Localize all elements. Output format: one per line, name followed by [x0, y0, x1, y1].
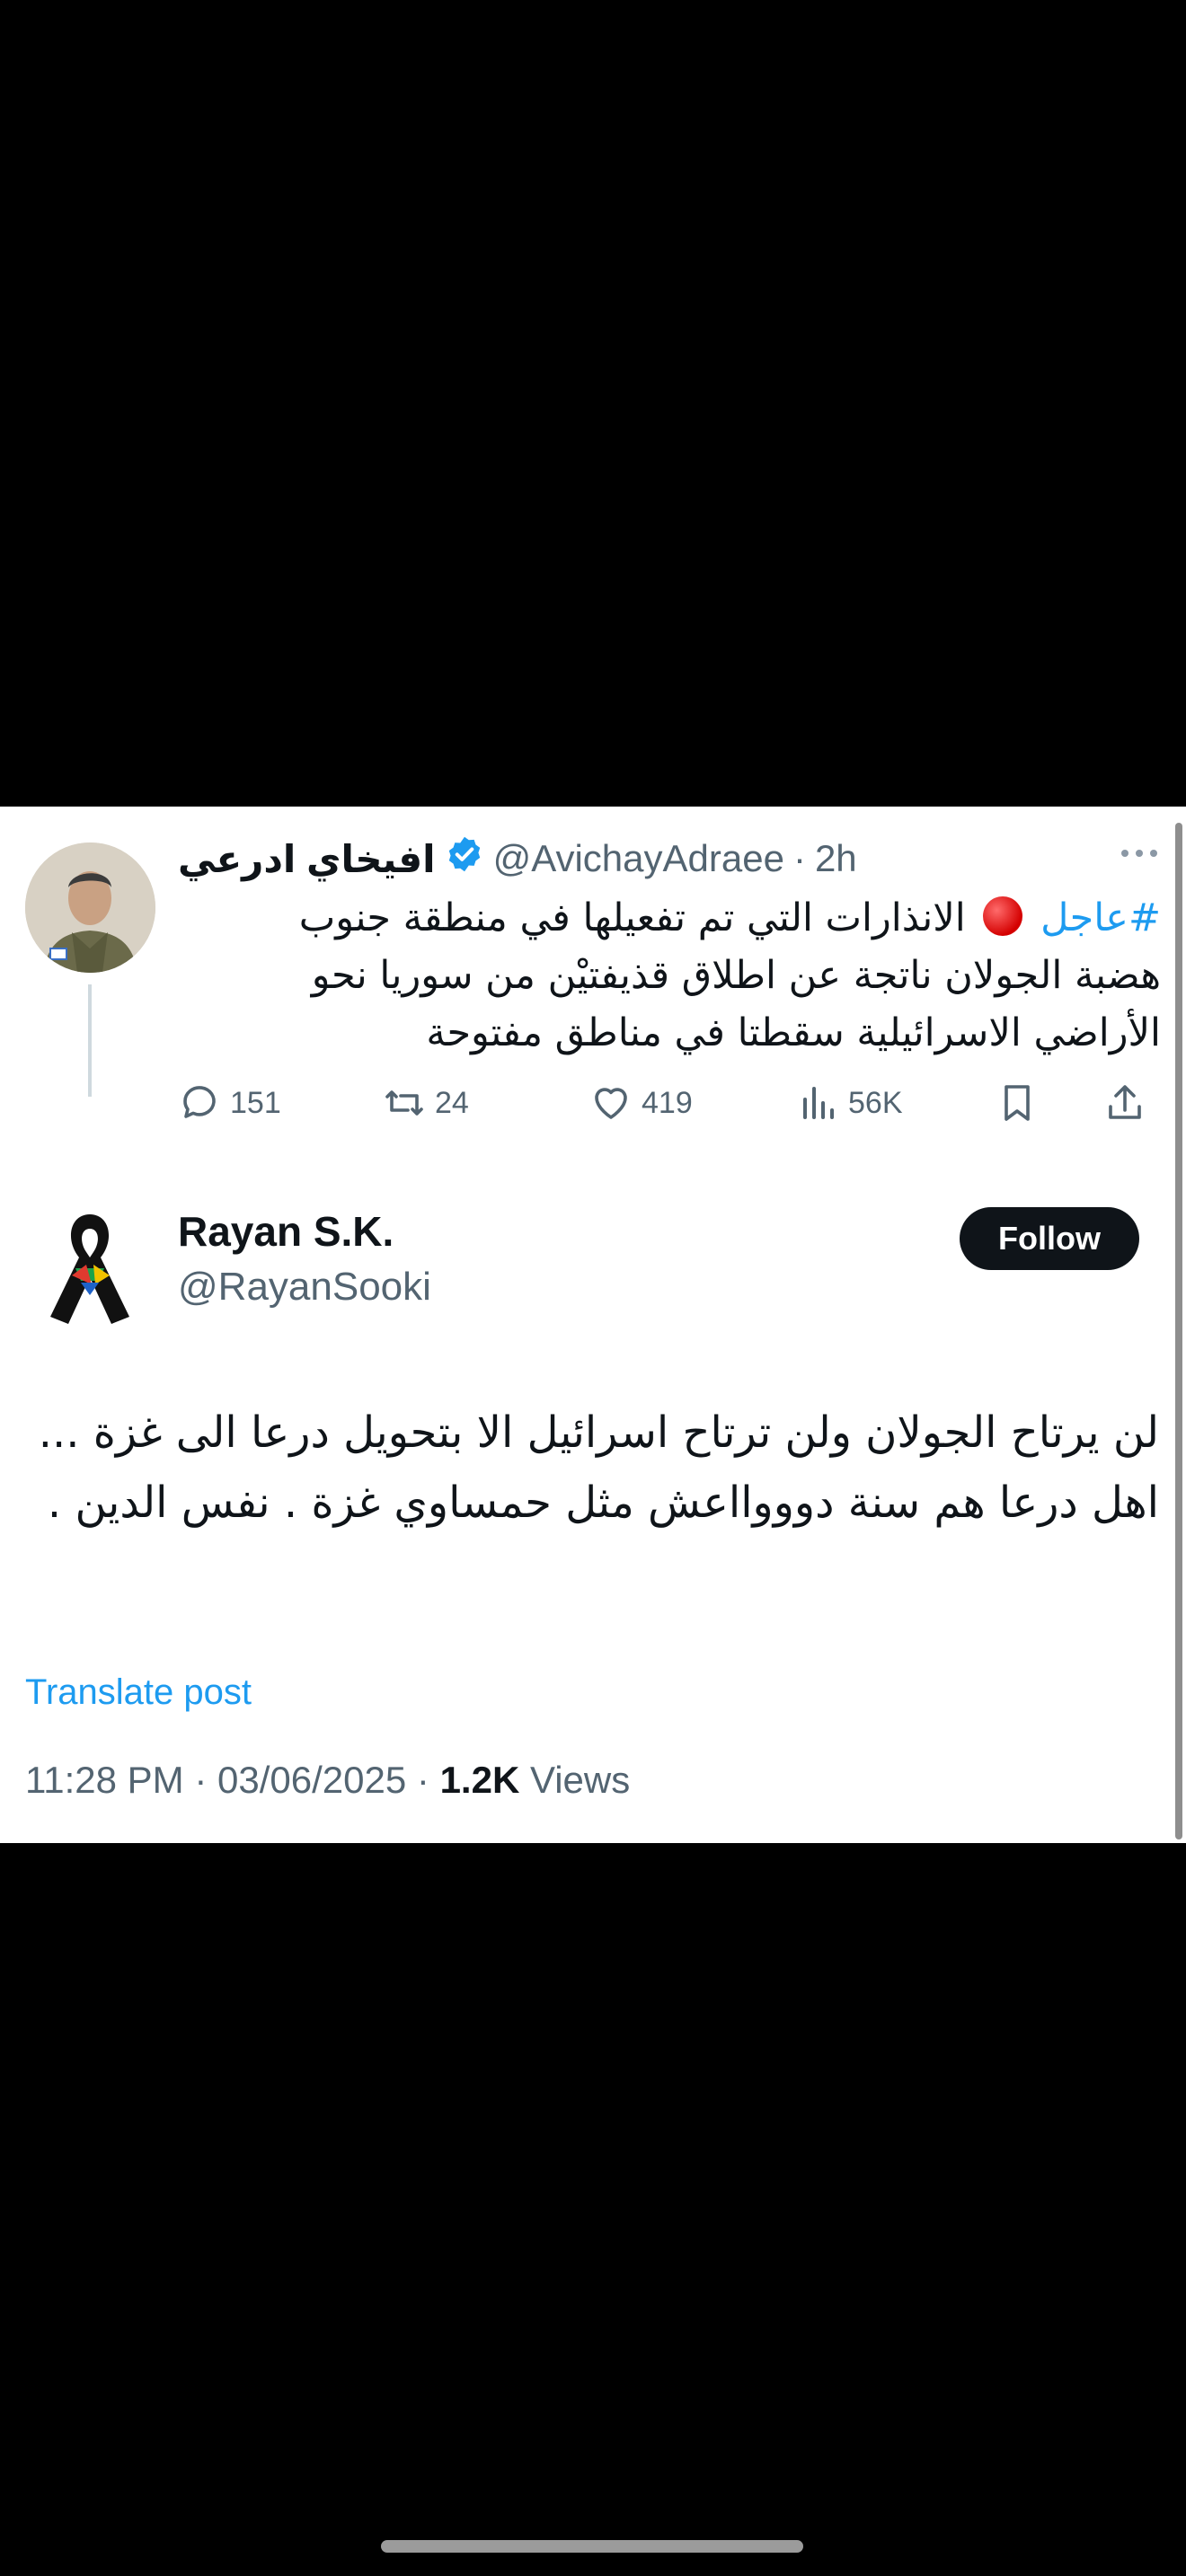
reply-author-name[interactable]: Rayan S.K. [178, 1207, 394, 1256]
red-circle-emoji-icon [983, 896, 1023, 936]
author-avatar[interactable] [25, 842, 155, 973]
more-options-icon[interactable] [1121, 850, 1157, 857]
views-label: Views [529, 1759, 631, 1801]
repost-count: 24 [435, 1085, 469, 1120]
post-date[interactable]: 03/06/2025 [217, 1759, 406, 1801]
home-indicator[interactable] [381, 2540, 803, 2553]
original-tweet-body: الانذارات التي تم تفعيلها في منطقة جنوب … [298, 895, 1161, 1055]
repost-button[interactable]: 24 [383, 1074, 469, 1132]
translate-post-link[interactable]: Translate post [25, 1672, 252, 1713]
analytics-icon [803, 1087, 834, 1119]
like-count: 419 [642, 1085, 693, 1120]
bookmark-button[interactable] [996, 1074, 1039, 1132]
ribbon-avatar-image [25, 1202, 155, 1332]
meta-separator: · [416, 1759, 429, 1801]
reply-author-avatar[interactable] [25, 1202, 155, 1332]
tweet-action-bar: 151 24 419 56K [178, 1074, 1159, 1132]
like-button[interactable]: 419 [589, 1074, 693, 1132]
original-author-handle[interactable]: @AvichayAdraee [493, 837, 784, 880]
avatar-photo [25, 842, 155, 973]
thread-connector-line [88, 984, 92, 1097]
reply-tweet-text: لن يرتاح الجولان ولن ترتاح اسرائيل الا ب… [38, 1407, 1159, 1528]
post-time[interactable]: 2h [815, 837, 857, 880]
post-timestamp[interactable]: 11:28 PM [25, 1759, 184, 1801]
reply-author-handle[interactable]: @RayanSooki [178, 1265, 431, 1310]
reply-button[interactable]: 151 [178, 1074, 281, 1132]
repost-icon [385, 1090, 423, 1116]
share-icon [1109, 1085, 1141, 1119]
views-button[interactable]: 56K [796, 1074, 903, 1132]
reply-count: 151 [230, 1085, 281, 1120]
hashtag-link[interactable]: #عاجل [1040, 895, 1161, 940]
bookmark-icon [1005, 1085, 1030, 1121]
follow-button[interactable]: Follow [960, 1207, 1139, 1270]
original-tweet-header: افيخاي ادرعي @AvichayAdraee · 2h [178, 834, 857, 884]
views-number: 1.2K [439, 1759, 520, 1801]
verified-badge-icon [445, 834, 484, 883]
reply-icon [183, 1086, 216, 1118]
heart-icon [595, 1088, 627, 1119]
original-tweet-text: #عاجل الانذارات التي تم تفعيلها في منطقة… [252, 889, 1161, 1062]
post-metadata: 11:28 PM · 03/06/2025 · 1.2K Views [25, 1759, 630, 1802]
meta-separator: · [194, 1759, 208, 1801]
view-count: 56K [848, 1085, 903, 1120]
scrollbar[interactable] [1175, 823, 1182, 1839]
tweet-detail-card: افيخاي ادرعي @AvichayAdraee · 2h #عاجل ا… [0, 807, 1186, 1843]
share-button[interactable] [1103, 1074, 1146, 1132]
original-author-name[interactable]: افيخاي ادرعي [178, 837, 436, 881]
header-separator: · [792, 837, 806, 879]
